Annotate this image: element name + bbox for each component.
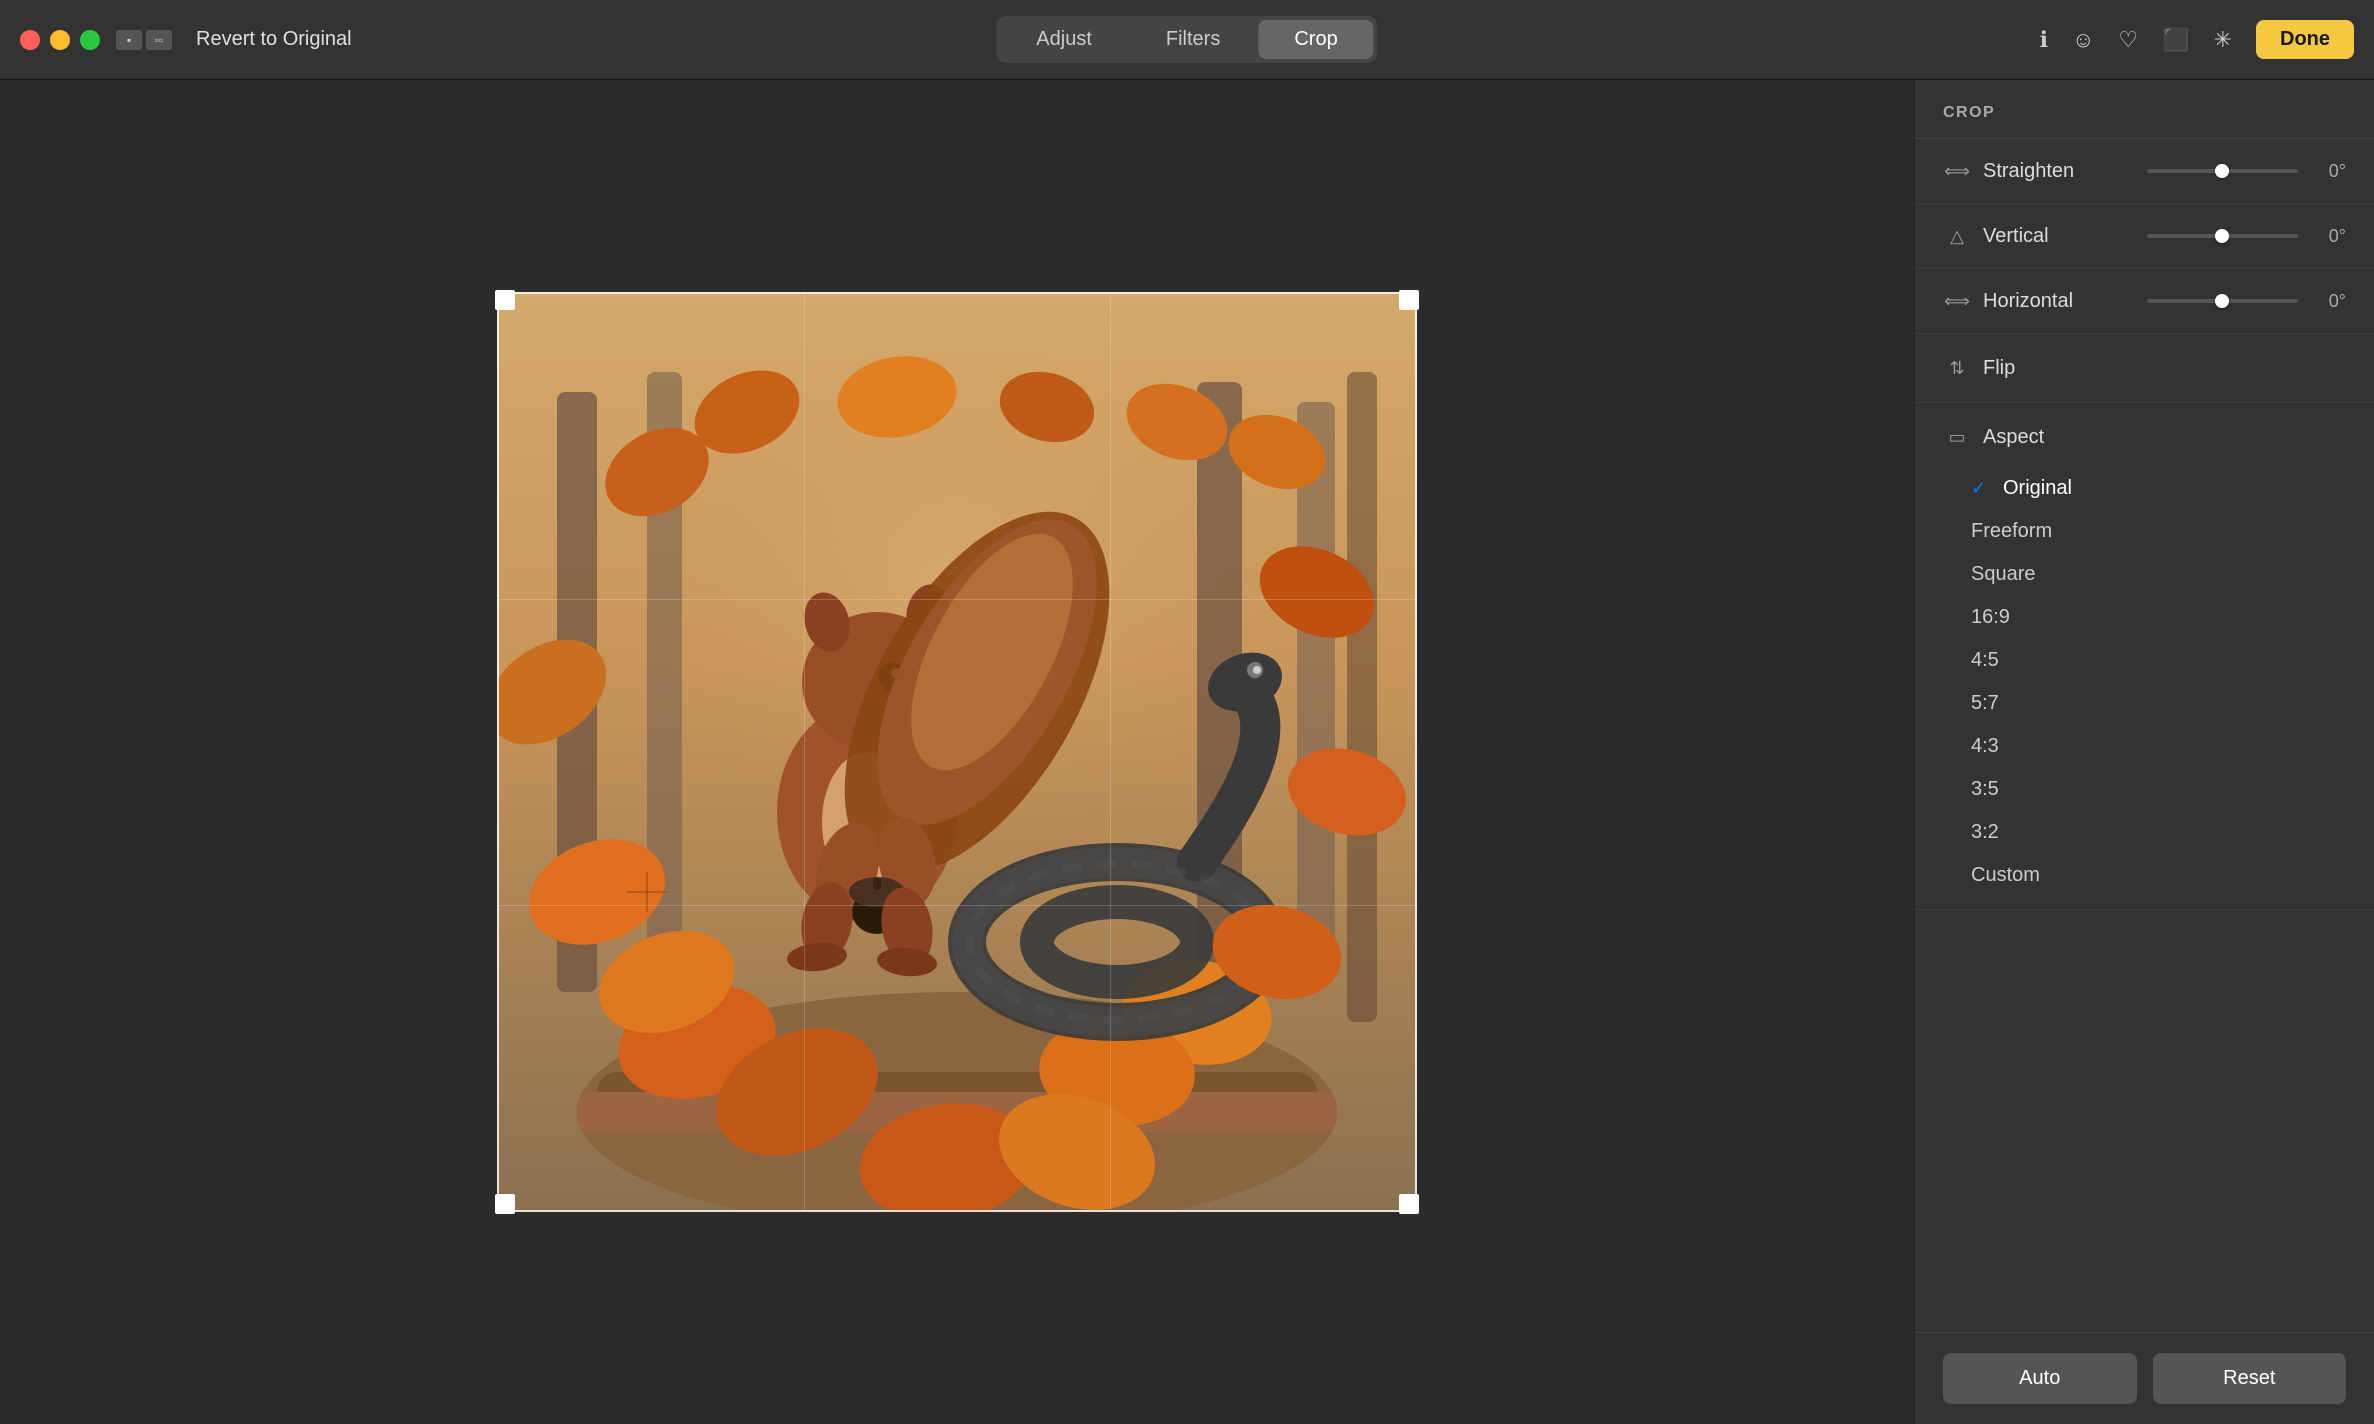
aspect-label-3-5: 3:5	[1971, 778, 1999, 801]
horizontal-slider[interactable]	[2147, 299, 2299, 303]
panel-header: CROP	[1915, 80, 2374, 139]
heart-icon[interactable]: ♡	[2118, 27, 2138, 53]
single-view-button[interactable]: ▪	[116, 30, 142, 50]
aspect-item-freeform[interactable]: Freeform	[1915, 510, 2374, 553]
straighten-section: ⟺ Straighten 0°	[1915, 139, 2374, 204]
aspect-icon: ▭	[1943, 423, 1971, 451]
vertical-slider[interactable]	[2147, 234, 2299, 238]
horizontal-value: 0°	[2310, 291, 2346, 312]
done-button[interactable]: Done	[2256, 20, 2354, 59]
tab-adjust[interactable]: Adjust	[1000, 20, 1128, 59]
titlebar: ▪ ▫▫ Revert to Original Adjust Filters C…	[0, 0, 2374, 80]
emoji-icon[interactable]: ☺	[2072, 27, 2094, 53]
aspect-label-16-9: 16:9	[1971, 606, 2010, 629]
aspect-label-4-3: 4:3	[1971, 735, 1999, 758]
aspect-item-3-5[interactable]: 3:5	[1915, 768, 2374, 811]
horizontal-icon: ⟺	[1943, 287, 1971, 315]
aspect-label-square: Square	[1971, 563, 2036, 586]
tab-crop[interactable]: Crop	[1258, 20, 1373, 59]
canvas-area	[0, 80, 1914, 1424]
vertical-value: 0°	[2310, 226, 2346, 247]
vertical-section: △ Vertical 0°	[1915, 204, 2374, 269]
tab-filters[interactable]: Filters	[1130, 20, 1256, 59]
aspect-list: ✓ Original Freeform Square 16:9 4:5 5:7	[1915, 463, 2374, 901]
straighten-slider[interactable]	[2147, 169, 2299, 173]
image-container	[497, 292, 1417, 1212]
aspect-label-original: Original	[2003, 477, 2072, 500]
magic-icon[interactable]: ✳	[2214, 27, 2232, 53]
vertical-thumb	[2215, 229, 2229, 243]
straighten-thumb	[2215, 164, 2229, 178]
aspect-label-4-5: 4:5	[1971, 649, 1999, 672]
horizontal-row: ⟺ Horizontal 0°	[1915, 277, 2374, 325]
aspect-label: Aspect	[1983, 426, 2044, 449]
aspect-item-4-3[interactable]: 4:3	[1915, 725, 2374, 768]
aspect-row[interactable]: ▭ Aspect	[1915, 411, 2374, 463]
main-area: CROP ⟺ Straighten 0° △ Vertical 0°	[0, 80, 2374, 1424]
toolbar-right: ℹ ☺ ♡ ⬛ ✳ Done	[2040, 20, 2354, 59]
vertical-icon: △	[1943, 222, 1971, 250]
aspect-item-5-7[interactable]: 5:7	[1915, 682, 2374, 725]
flip-label: Flip	[1983, 357, 2015, 380]
panel-title: CROP	[1943, 104, 2346, 122]
aspect-section: ▭ Aspect ✓ Original Freeform Square 16:9	[1915, 403, 2374, 910]
close-button[interactable]	[20, 30, 40, 50]
aspect-item-original[interactable]: ✓ Original	[1915, 467, 2374, 510]
straighten-value: 0°	[2310, 161, 2346, 182]
straighten-row: ⟺ Straighten 0°	[1915, 147, 2374, 195]
maximize-button[interactable]	[80, 30, 100, 50]
share-icon[interactable]: ⬛	[2162, 27, 2189, 53]
reset-button[interactable]: Reset	[2153, 1353, 2347, 1404]
flip-icon: ⇅	[1943, 354, 1971, 382]
aspect-item-square[interactable]: Square	[1915, 553, 2374, 596]
bottom-bar: Auto Reset	[1915, 1332, 2374, 1424]
window-controls	[20, 30, 100, 50]
checkmark-icon: ✓	[1971, 478, 1995, 499]
aspect-item-custom[interactable]: Custom	[1915, 854, 2374, 897]
straighten-icon: ⟺	[1943, 157, 1971, 185]
vertical-row: △ Vertical 0°	[1915, 212, 2374, 260]
aspect-item-3-2[interactable]: 3:2	[1915, 811, 2374, 854]
vertical-label: Vertical	[1983, 225, 2135, 248]
aspect-label-custom: Custom	[1971, 864, 2040, 887]
aspect-label-5-7: 5:7	[1971, 692, 1999, 715]
straighten-label: Straighten	[1983, 160, 2135, 183]
horizontal-label: Horizontal	[1983, 290, 2135, 313]
split-view-button[interactable]: ▫▫	[146, 30, 172, 50]
flip-section: ⇅ Flip	[1915, 334, 2374, 403]
view-toggle: ▪ ▫▫	[116, 30, 172, 50]
aspect-item-16-9[interactable]: 16:9	[1915, 596, 2374, 639]
tab-group: Adjust Filters Crop	[996, 16, 1377, 63]
horizontal-section: ⟺ Horizontal 0°	[1915, 269, 2374, 334]
aspect-item-4-5[interactable]: 4:5	[1915, 639, 2374, 682]
info-icon[interactable]: ℹ	[2040, 27, 2048, 53]
minimize-button[interactable]	[50, 30, 70, 50]
auto-button[interactable]: Auto	[1943, 1353, 2137, 1404]
revert-button[interactable]: Revert to Original	[196, 28, 352, 51]
flip-row[interactable]: ⇅ Flip	[1915, 342, 2374, 394]
right-panel: CROP ⟺ Straighten 0° △ Vertical 0°	[1914, 80, 2374, 1424]
horizontal-thumb	[2215, 294, 2229, 308]
aspect-label-3-2: 3:2	[1971, 821, 1999, 844]
photo-canvas[interactable]	[497, 292, 1417, 1212]
aspect-label-freeform: Freeform	[1971, 520, 2052, 543]
